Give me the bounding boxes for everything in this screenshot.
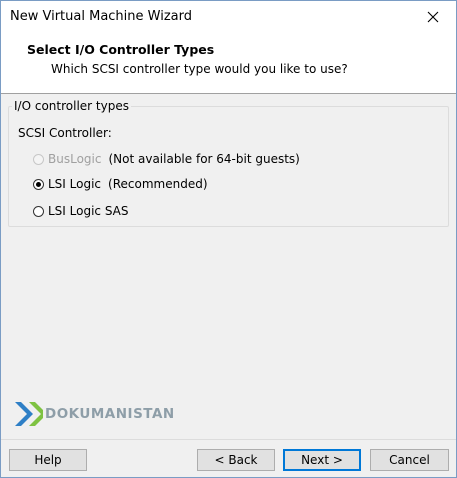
- watermark-logo: DOKUMANISTAN: [13, 399, 175, 429]
- title-bar[interactable]: New Virtual Machine Wizard: [1, 1, 456, 33]
- wizard-window: New Virtual Machine Wizard Select I/O Co…: [0, 0, 457, 478]
- radio-label: LSI Logic SAS: [48, 204, 129, 218]
- radio-note: (Not available for 64-bit guests): [108, 152, 300, 166]
- page-title: Select I/O Controller Types: [27, 42, 215, 57]
- next-button[interactable]: Next >: [283, 449, 361, 471]
- help-button[interactable]: Help: [9, 449, 87, 471]
- radio-note: (Recommended): [108, 177, 208, 191]
- dokumanistan-logo-icon: [15, 402, 43, 426]
- radio-lsi-logic[interactable]: LSI Logic (Recommended): [33, 176, 208, 192]
- window-title: New Virtual Machine Wizard: [10, 9, 192, 24]
- scsi-controller-label: SCSI Controller:: [18, 126, 112, 140]
- radio-buslogic[interactable]: BusLogic (Not available for 64-bit guest…: [33, 151, 300, 167]
- back-button[interactable]: < Back: [197, 449, 275, 471]
- footer-divider: [1, 439, 456, 440]
- group-legend: I/O controller types: [14, 99, 129, 113]
- radio-button-icon[interactable]: [33, 178, 44, 190]
- wizard-header: Select I/O Controller Types Which SCSI c…: [1, 33, 456, 94]
- radio-button-icon[interactable]: [33, 153, 44, 165]
- radio-label: BusLogic: [48, 152, 102, 166]
- radio-button-icon[interactable]: [33, 205, 44, 217]
- radio-lsi-logic-sas[interactable]: LSI Logic SAS: [33, 203, 129, 219]
- watermark-text: DOKUMANISTAN: [45, 406, 175, 422]
- cancel-button[interactable]: Cancel: [370, 449, 449, 471]
- close-button[interactable]: [410, 1, 456, 33]
- page-subtitle: Which SCSI controller type would you lik…: [51, 62, 348, 76]
- radio-label: LSI Logic: [48, 177, 102, 191]
- close-icon: [427, 11, 439, 23]
